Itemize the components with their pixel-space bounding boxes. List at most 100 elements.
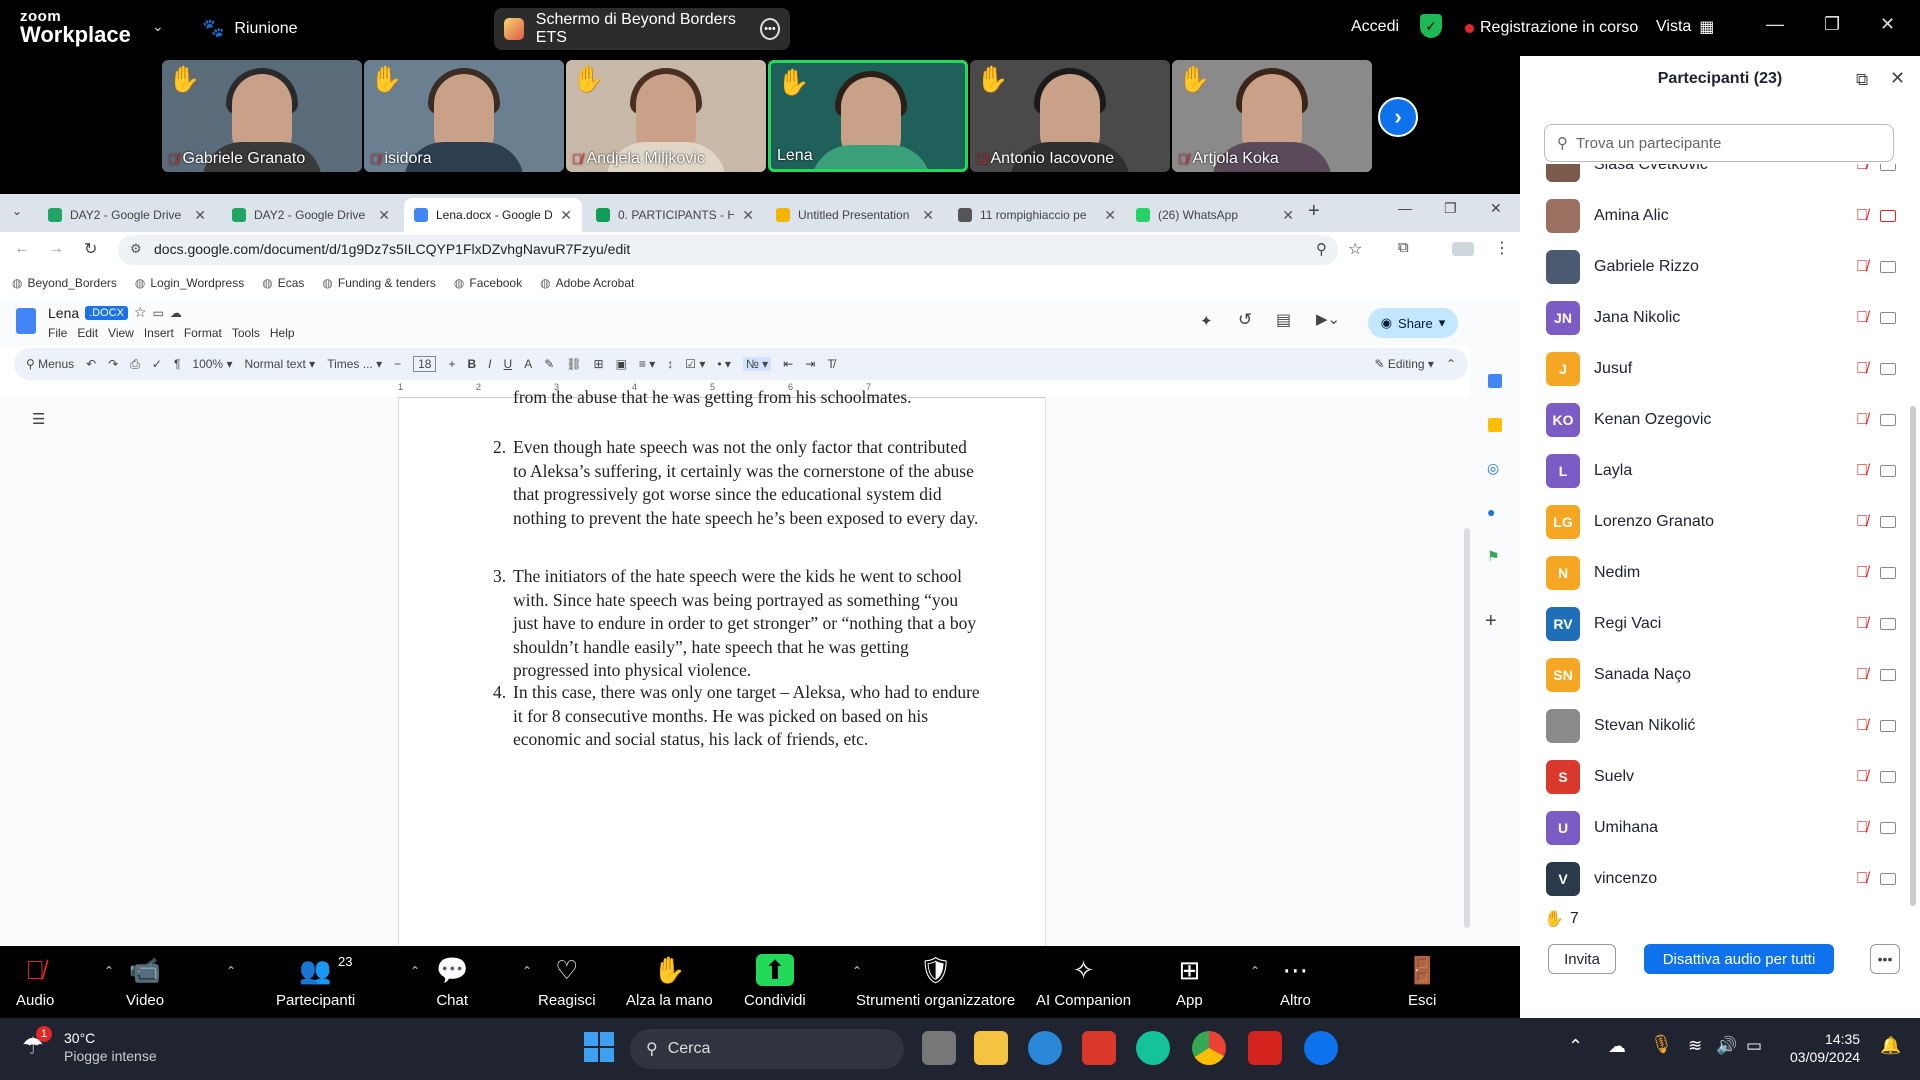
bookmark-item[interactable]: ◍ Beyond_Borders (12, 276, 117, 290)
participant-video-tile[interactable]: ✋ 🎙̸ Andjela Miljkovic (566, 60, 766, 172)
control-ai-companion[interactable]: ✧ AI Companion (1036, 954, 1131, 1009)
browser-tab[interactable]: Lena.docx - Google D ✕ (404, 198, 582, 232)
site-info-icon[interactable]: ⚙ (130, 241, 142, 257)
clear-formatting-icon[interactable]: T̸ (827, 357, 834, 371)
taskbar-search[interactable]: ⚲ Cerca (630, 1029, 904, 1069)
share-dropdown-icon[interactable]: ▾ (1439, 315, 1446, 331)
reload-icon[interactable]: ↻ (84, 239, 97, 259)
search-menus[interactable]: ⚲ Menus (26, 357, 74, 371)
next-page-button[interactable]: › (1378, 97, 1418, 137)
gemini-icon[interactable]: ✦ (1200, 312, 1213, 330)
history-icon[interactable]: ↺ (1238, 310, 1252, 330)
tab-search-icon[interactable]: ⌄ (12, 204, 22, 218)
camera-icon[interactable] (1880, 720, 1896, 732)
chrome-icon[interactable] (1192, 1031, 1226, 1065)
docs-menu-item[interactable]: Help (270, 326, 295, 340)
style-select[interactable]: Normal text ▾ (244, 357, 315, 371)
keep-icon[interactable] (1488, 418, 1502, 432)
participant-row[interactable]: N Nedim 🎙̸ (1546, 548, 1906, 598)
close-tab-icon[interactable]: ✕ (560, 207, 572, 224)
highlight-icon[interactable]: ✎ (544, 357, 554, 371)
browser-close-icon[interactable]: ✕ (1490, 200, 1502, 217)
participant-video-tile[interactable]: ✋ Lena (768, 60, 968, 172)
participants-scrollbar[interactable] (1910, 406, 1916, 906)
mic-muted-icon[interactable]: 🎙̸ (1856, 360, 1868, 378)
minimize-icon[interactable]: — (1766, 14, 1784, 35)
battery-icon[interactable]: ▭ (1746, 1036, 1762, 1056)
restore-icon[interactable]: ❐ (1824, 14, 1840, 35)
editing-mode-select[interactable]: ✎ Editing ▾ (1374, 357, 1433, 371)
participant-search-input[interactable]: ⚲ Trova un partecipante (1544, 124, 1894, 162)
docs-menu-item[interactable]: Insert (144, 326, 174, 340)
browser-tab[interactable]: 0. PARTICIPANTS - H ✕ (586, 198, 764, 232)
browser-tab[interactable]: DAY2 - Google Drive ✕ (38, 198, 216, 232)
participant-row[interactable]: U Umihana 🎙̸ (1546, 803, 1906, 853)
participant-row[interactable]: Amina Alic 🎙̸ (1546, 191, 1906, 241)
camera-icon[interactable] (1880, 516, 1896, 528)
close-icon[interactable]: ✕ (1880, 14, 1895, 35)
camera-icon[interactable] (1880, 312, 1896, 324)
add-addon-icon[interactable]: + (1485, 610, 1497, 633)
start-icon[interactable] (584, 1032, 614, 1062)
close-tab-icon[interactable]: ✕ (1104, 207, 1116, 224)
camera-icon[interactable] (1880, 210, 1896, 222)
grammarly-icon[interactable] (1136, 1031, 1170, 1065)
close-tab-icon[interactable]: ✕ (922, 207, 934, 224)
acrobat-sign-icon[interactable] (1082, 1031, 1116, 1065)
participant-row[interactable]: SN Sanada Naço 🎙̸ (1546, 650, 1906, 700)
participant-video-tile[interactable]: ✋ 🎙̸ Artjola Koka (1172, 60, 1372, 172)
caret-up-icon[interactable]: ⌃ (522, 964, 532, 978)
tray-overflow-icon[interactable]: ⌃ (1568, 1036, 1583, 1057)
paint-format-icon[interactable]: ¶ (174, 357, 180, 371)
font-size-input[interactable]: 18 (413, 356, 437, 372)
undo-icon[interactable]: ↶ (86, 357, 96, 371)
document-page[interactable]: from the abuse that he was getting from … (398, 387, 1046, 946)
bookmark-item[interactable]: ◍ Facebook (454, 276, 522, 290)
participant-row[interactable]: S Suelv 🎙̸ (1546, 752, 1906, 802)
meet-icon[interactable]: ▶⌄ (1316, 310, 1340, 328)
cloud-status-icon[interactable]: ☁ (170, 306, 182, 320)
font-select[interactable]: Times ... ▾ (327, 357, 382, 371)
close-panel-icon[interactable]: ✕ (1890, 68, 1905, 89)
control-esci[interactable]: 🚪 Esci (1406, 954, 1438, 1009)
participant-row[interactable]: LG Lorenzo Granato 🎙̸ (1546, 497, 1906, 547)
close-tab-icon[interactable]: ✕ (378, 207, 390, 224)
camera-icon[interactable] (1880, 669, 1896, 681)
close-tab-icon[interactable]: ✕ (1282, 207, 1294, 224)
comments-icon[interactable]: ▤ (1276, 310, 1291, 330)
close-tab-icon[interactable]: ✕ (194, 207, 206, 224)
control-partecipanti[interactable]: 👥 Partecipanti 23 (276, 954, 355, 1009)
chevron-down-icon[interactable]: ⌄ (152, 18, 164, 35)
mic-muted-icon[interactable]: 🎙̸ (1856, 768, 1868, 786)
docs-menu-item[interactable]: File (48, 326, 67, 340)
task-view-icon[interactable] (922, 1031, 956, 1065)
camera-icon[interactable] (1880, 567, 1896, 579)
zoom-app-icon[interactable] (1304, 1031, 1338, 1065)
camera-icon[interactable] (1880, 363, 1896, 375)
invite-button[interactable]: Invita (1548, 944, 1616, 974)
mic-muted-icon[interactable]: 🎙̸ (1856, 258, 1868, 276)
line-spacing-icon[interactable]: ↕ (667, 357, 673, 371)
more-options-button[interactable]: ••• (1870, 944, 1900, 974)
caret-up-icon[interactable]: ⌃ (104, 964, 114, 978)
bold-icon[interactable]: B (468, 357, 477, 371)
weather-app-icon[interactable] (1028, 1031, 1062, 1065)
bookmark-item[interactable]: ◍ Adobe Acrobat (540, 276, 634, 290)
participant-row[interactable]: Stevan Nikolić 🎙̸ (1546, 701, 1906, 751)
star-icon[interactable]: ☆ (134, 304, 147, 321)
camera-icon[interactable] (1880, 873, 1896, 885)
control-altro[interactable]: ⋯ Altro (1280, 954, 1311, 1009)
control-chat[interactable]: 💬 Chat (436, 954, 468, 1009)
outline-icon[interactable]: ☰ (32, 410, 45, 428)
participant-row[interactable]: J Jusuf 🎙̸ (1546, 344, 1906, 394)
docs-menu-item[interactable]: Tools (232, 326, 260, 340)
wifi-icon[interactable]: ≋ (1688, 1036, 1702, 1056)
control-app[interactable]: ⊞ App (1176, 954, 1203, 1009)
participant-row[interactable]: Gabriele Rizzo 🎙̸ (1546, 242, 1906, 292)
mute-all-button[interactable]: Disattiva audio per tutti (1644, 944, 1834, 974)
mic-muted-icon[interactable]: 🎙̸ (1856, 411, 1868, 429)
doc-title[interactable]: Lena (48, 305, 79, 321)
camera-icon[interactable] (1880, 164, 1896, 171)
numbered-list-icon[interactable]: № ▾ (742, 357, 772, 371)
underline-icon[interactable]: U (504, 357, 513, 371)
